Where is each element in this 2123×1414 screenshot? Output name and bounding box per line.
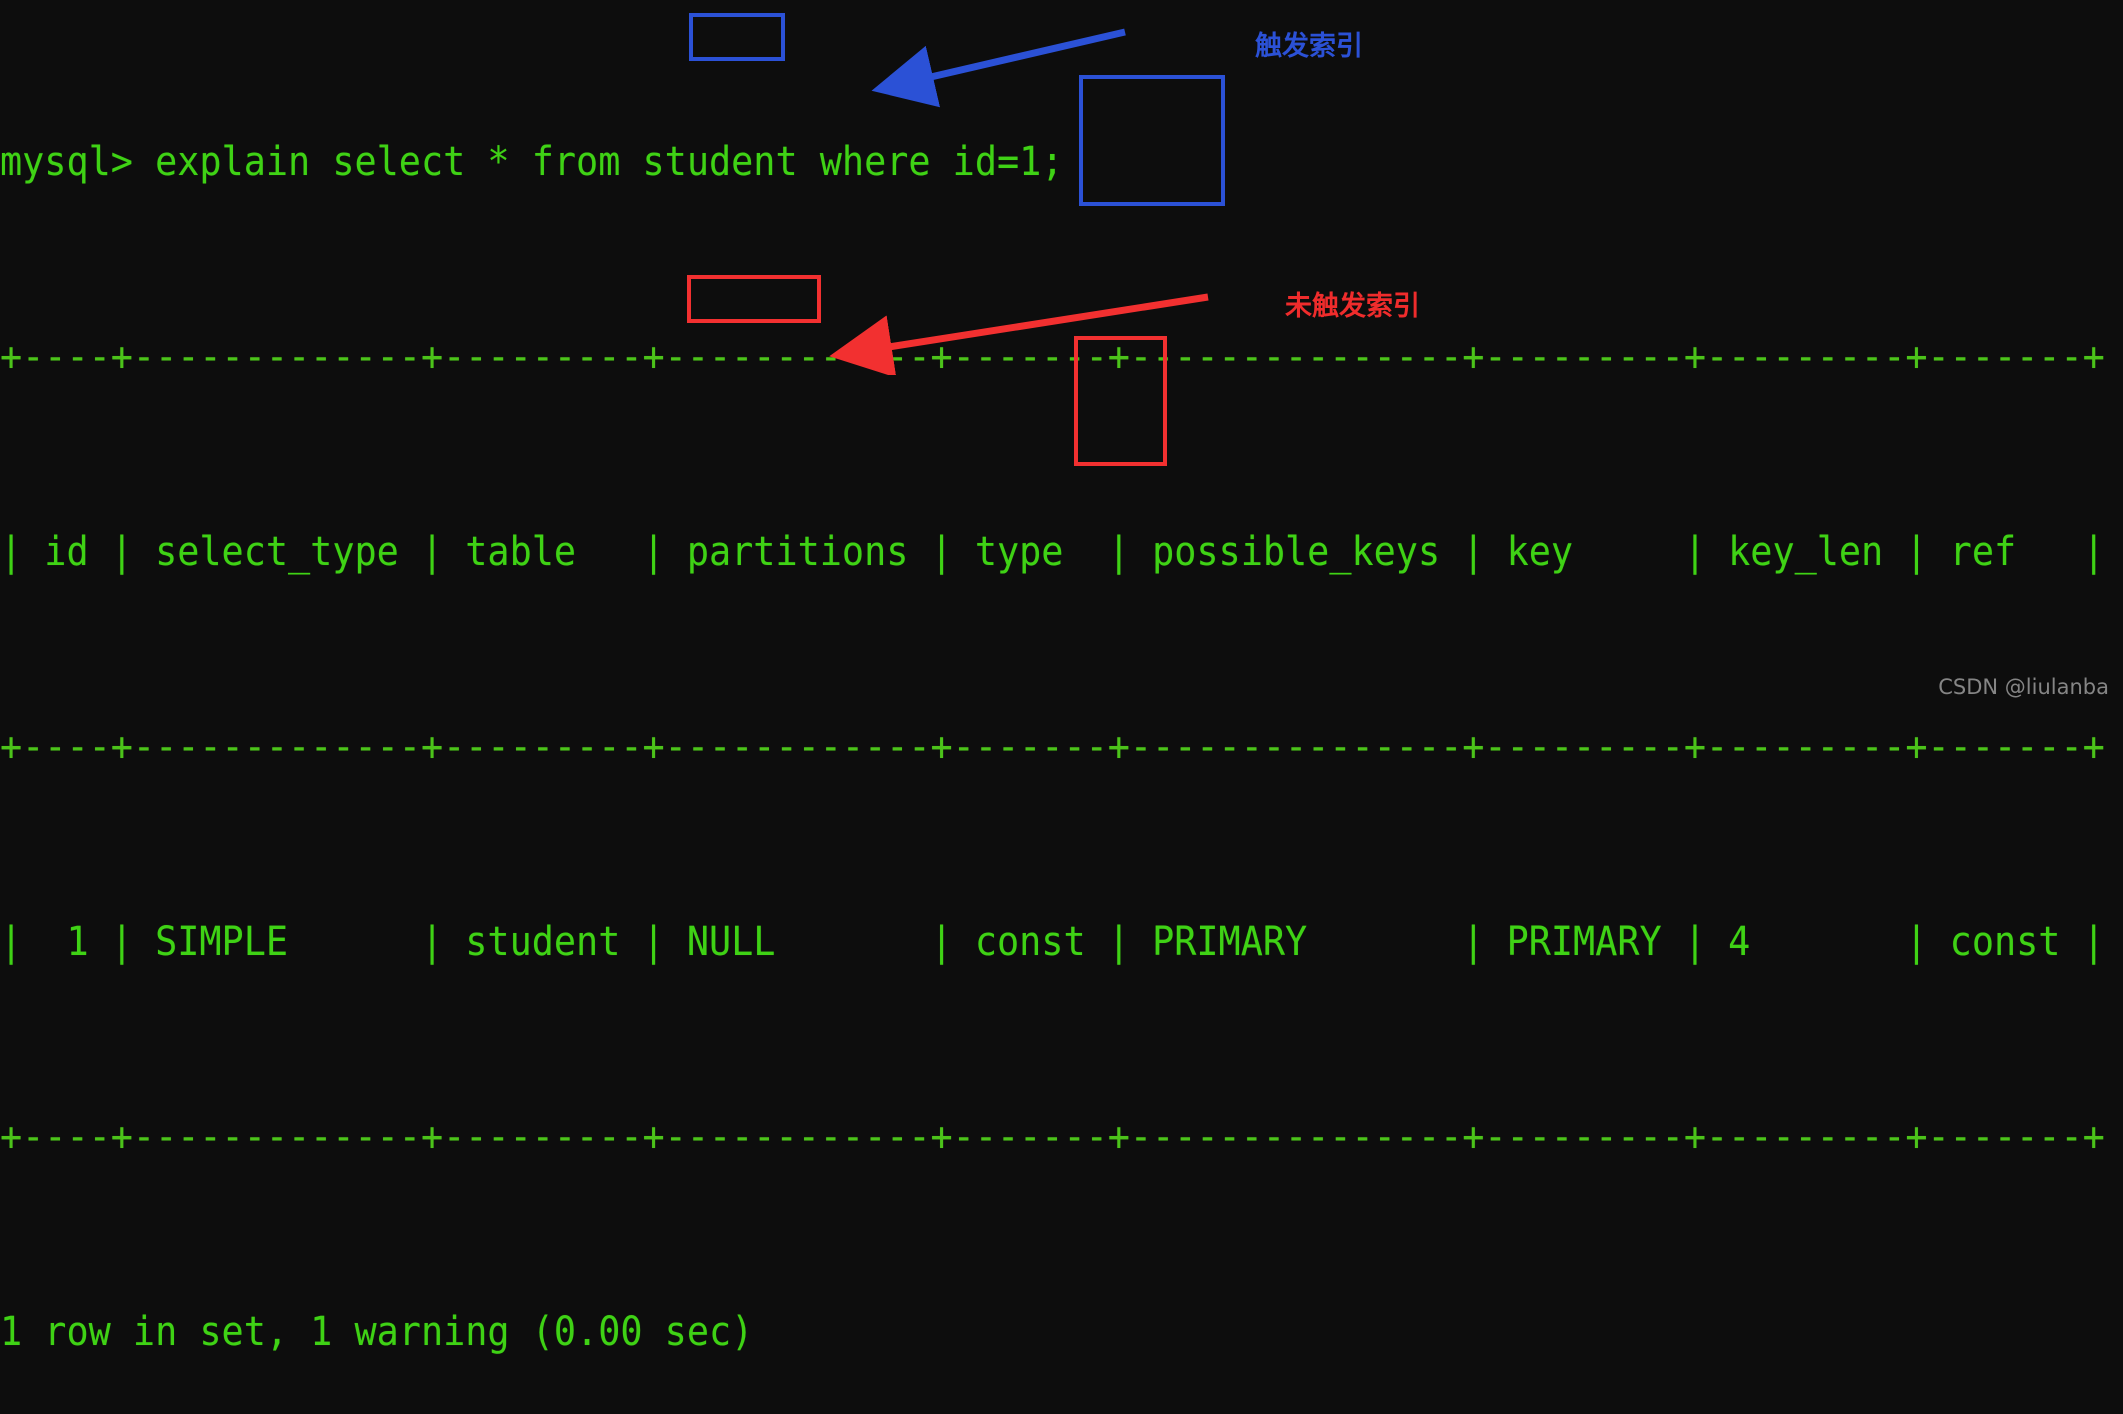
terminal-screen: mysql> explain select * from student whe… <box>0 0 2123 1355</box>
annotation-index-not-triggered: 未触发索引 <box>1285 291 1420 322</box>
terminal-output: mysql> explain select * from student whe… <box>0 0 2123 1414</box>
terminal-line-table1-bottom-rule: +----+-------------+---------+----------… <box>0 1114 2105 1160</box>
csdn-watermark: CSDN @liulanba <box>1938 675 2109 699</box>
terminal-line-query1-status: 1 row in set, 1 warning (0.00 sec) <box>0 1309 754 1355</box>
terminal-line-table1-header: | id | select_type | table | partitions … <box>0 529 2105 575</box>
terminal-line-table1-top-rule: +----+-------------+---------+----------… <box>0 334 2105 380</box>
terminal-line-table1-row1: | 1 | SIMPLE | student | NULL | const | … <box>0 919 2105 965</box>
terminal-line-table1-mid-rule: +----+-------------+---------+----------… <box>0 724 2105 770</box>
terminal-line-query1-command: mysql> explain select * from student whe… <box>0 139 1064 185</box>
annotation-index-triggered: 触发索引 <box>1255 31 1363 62</box>
